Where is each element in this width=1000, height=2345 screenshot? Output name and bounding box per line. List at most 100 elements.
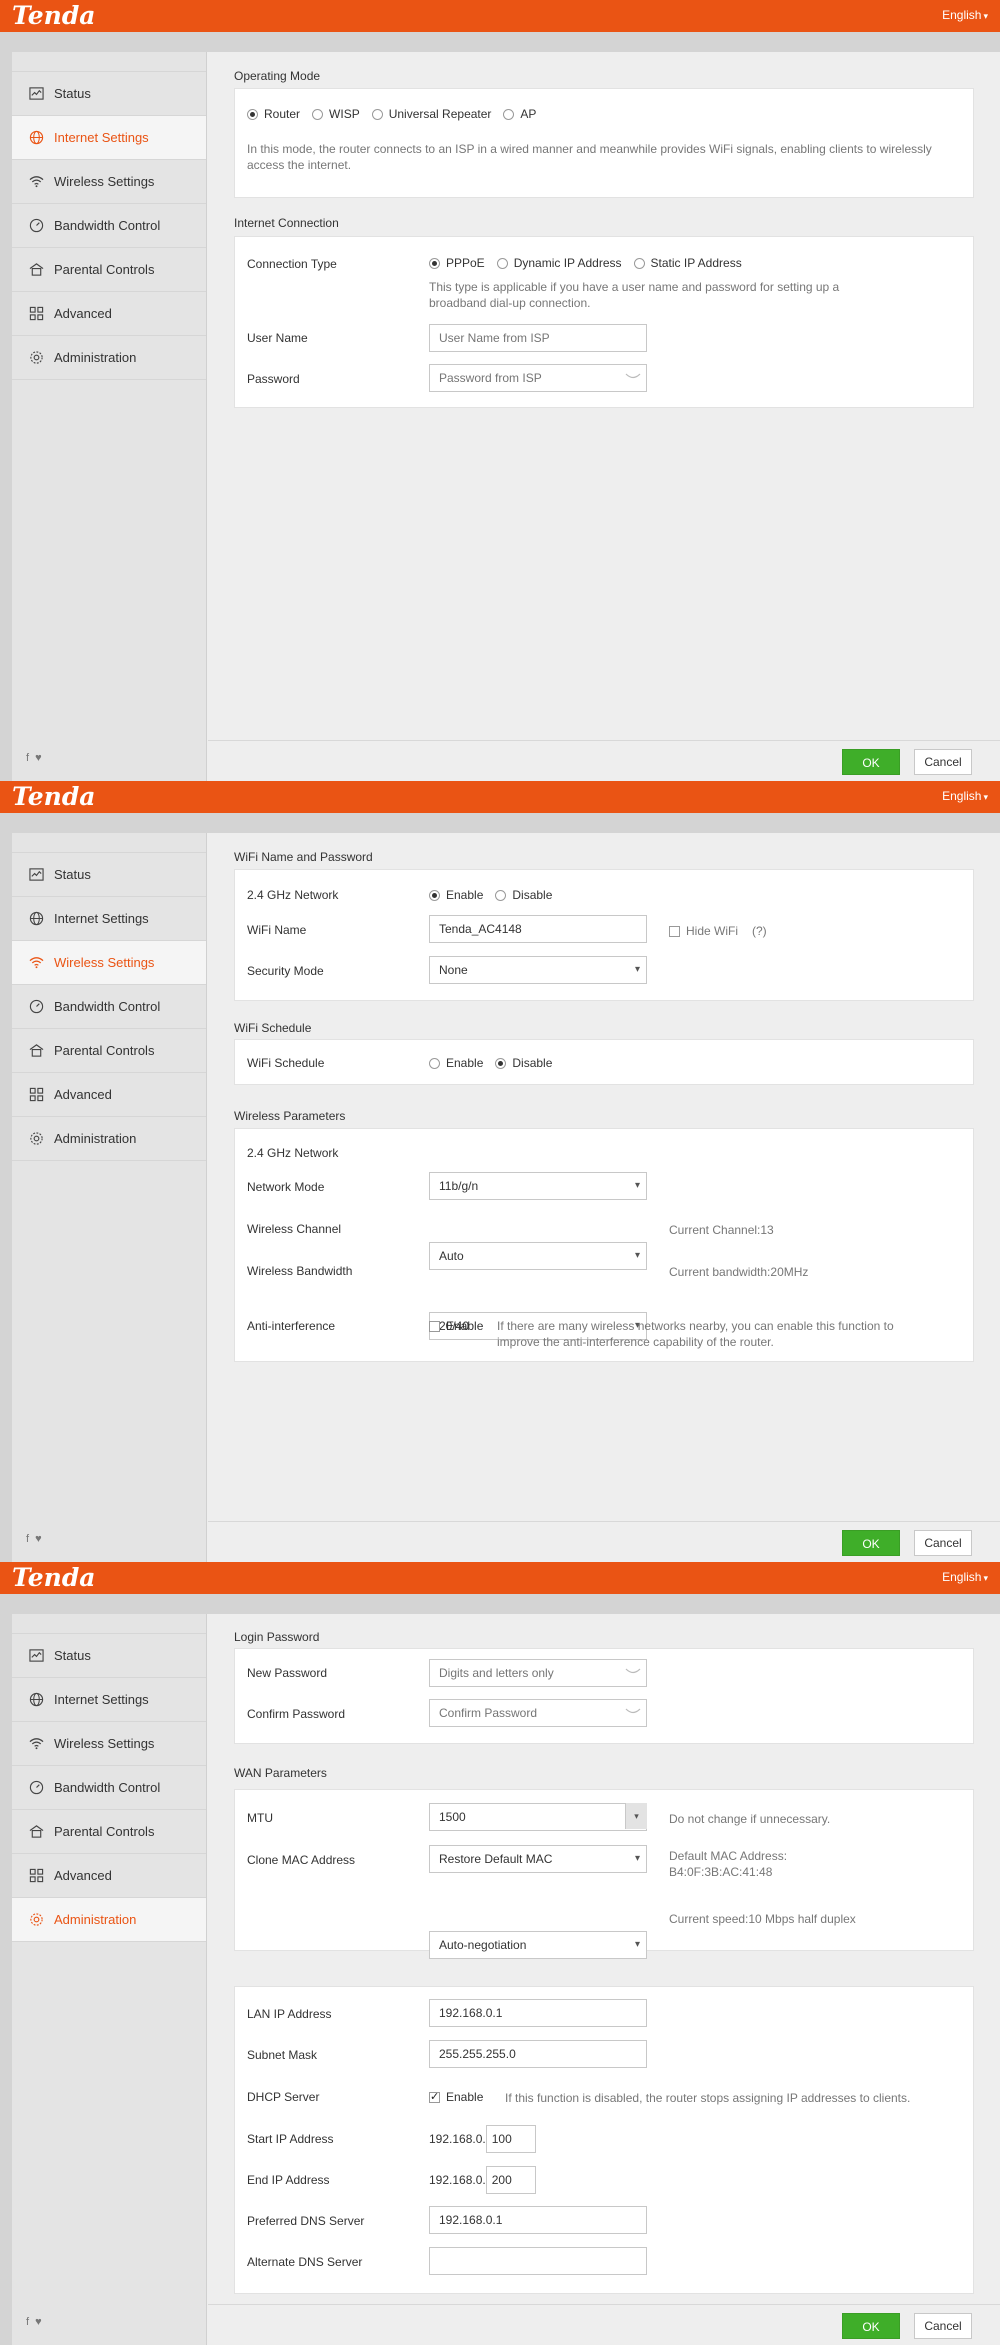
radio-wifi-disable[interactable] bbox=[495, 889, 507, 901]
hide-wifi-checkbox[interactable] bbox=[669, 925, 680, 937]
mode-repeater[interactable]: Universal Repeater bbox=[371, 107, 491, 121]
radio-dynamic[interactable] bbox=[496, 257, 508, 269]
nav-admin[interactable]: Administration bbox=[12, 1898, 206, 1942]
radio-ap[interactable] bbox=[503, 108, 515, 120]
new-password-input[interactable] bbox=[429, 1659, 647, 1687]
eye-closed-icon[interactable] bbox=[625, 1707, 641, 1717]
language-selector[interactable]: English ▾ bbox=[942, 789, 988, 803]
clone-mac-select[interactable]: Restore Default MAC bbox=[429, 1845, 647, 1873]
eye-closed-icon[interactable] bbox=[625, 1667, 641, 1677]
nav-advanced[interactable]: Advanced bbox=[12, 1073, 206, 1117]
alternate-dns-input[interactable] bbox=[429, 2247, 647, 2275]
nav-internet[interactable]: Internet Settings bbox=[12, 897, 206, 941]
mtu-input[interactable] bbox=[429, 1803, 647, 1831]
nav-wireless[interactable]: Wireless Settings bbox=[12, 160, 206, 204]
tenda-logo[interactable]: Tenda bbox=[12, 1, 96, 30]
mtu-dropdown-icon[interactable]: ▾ bbox=[625, 1803, 647, 1829]
facebook-icon[interactable]: f bbox=[26, 2316, 29, 2328]
start-ip-input[interactable] bbox=[485, 2125, 536, 2153]
wifi-enable-option[interactable]: Enable bbox=[429, 888, 483, 902]
cancel-button[interactable]: Cancel bbox=[914, 1530, 972, 1556]
password-input[interactable] bbox=[429, 364, 647, 392]
mode-router[interactable]: Router bbox=[247, 107, 300, 121]
nav-parental[interactable]: Parental Controls bbox=[12, 1810, 206, 1854]
network-mode-select[interactable]: 11b/g/n bbox=[429, 1172, 647, 1200]
speed-duplex-select[interactable]: Auto-negotiation bbox=[429, 1931, 647, 1959]
conn-pppoe[interactable]: PPPoE bbox=[429, 256, 485, 270]
schedule-disable-option[interactable]: Disable bbox=[495, 1056, 552, 1070]
twitter-icon[interactable]: ♥ bbox=[35, 752, 42, 764]
radio-static[interactable] bbox=[633, 257, 645, 269]
dhcp-enable-option[interactable]: Enable bbox=[429, 2090, 483, 2104]
nav-status[interactable]: Status bbox=[12, 1634, 206, 1678]
eye-closed-icon[interactable] bbox=[625, 372, 641, 382]
nav-advanced[interactable]: Advanced bbox=[12, 1854, 206, 1898]
nav-bandwidth[interactable]: Bandwidth Control bbox=[12, 1766, 206, 1810]
nav-bandwidth[interactable]: Bandwidth Control bbox=[12, 204, 206, 248]
confirm-password-input[interactable] bbox=[429, 1699, 647, 1727]
tenda-logo[interactable]: Tenda bbox=[12, 782, 96, 811]
network-24-label: 2.4 GHz Network bbox=[247, 888, 339, 902]
nav-wireless[interactable]: Wireless Settings bbox=[12, 941, 206, 985]
security-mode-select[interactable]: None bbox=[429, 956, 647, 984]
nav-internet-label: Internet Settings bbox=[54, 130, 149, 145]
radio-schedule-disable[interactable] bbox=[495, 1057, 507, 1069]
nav-wireless[interactable]: Wireless Settings bbox=[12, 1722, 206, 1766]
schedule-enable-label: Enable bbox=[446, 1056, 484, 1070]
subnet-mask-input[interactable] bbox=[429, 2040, 647, 2068]
anti-interference-option[interactable]: Enable bbox=[429, 1319, 483, 1333]
conn-static[interactable]: Static IP Address bbox=[633, 256, 742, 270]
nav-internet[interactable]: Internet Settings bbox=[12, 1678, 206, 1722]
mode-wisp[interactable]: WISP bbox=[312, 107, 360, 121]
nav-admin[interactable]: Administration bbox=[12, 1117, 206, 1161]
nav-admin[interactable]: Administration bbox=[12, 336, 206, 380]
language-selector[interactable]: English ▾ bbox=[942, 8, 988, 22]
section-title: Operating Mode bbox=[234, 69, 321, 83]
cancel-button[interactable]: Cancel bbox=[914, 2313, 972, 2339]
radio-wifi-enable[interactable] bbox=[429, 889, 440, 901]
ok-button[interactable]: OK bbox=[842, 2313, 900, 2339]
wifi-disable-option[interactable]: Disable bbox=[495, 888, 552, 902]
language-label: English bbox=[942, 1570, 982, 1584]
operating-mode-options: Router WISP Universal Repeater AP bbox=[247, 107, 548, 121]
radio-repeater[interactable] bbox=[371, 108, 383, 120]
twitter-icon[interactable]: ♥ bbox=[35, 1533, 42, 1545]
nav-advanced[interactable]: Advanced bbox=[12, 292, 206, 336]
nav-status[interactable]: Status bbox=[12, 853, 206, 897]
ok-button[interactable]: OK bbox=[842, 1530, 900, 1556]
cancel-button[interactable]: Cancel bbox=[914, 749, 972, 775]
help-icon[interactable]: (?) bbox=[752, 923, 767, 939]
wifi-name-input[interactable] bbox=[429, 915, 647, 943]
radio-schedule-enable[interactable] bbox=[429, 1057, 440, 1069]
radio-pppoe[interactable] bbox=[429, 257, 440, 269]
radio-router[interactable] bbox=[247, 108, 258, 120]
wifi-icon bbox=[26, 953, 46, 973]
tenda-logo[interactable]: Tenda bbox=[12, 1563, 96, 1592]
nav-internet-label: Internet Settings bbox=[54, 911, 149, 926]
dhcp-enable-checkbox[interactable] bbox=[429, 2090, 440, 2103]
nav-parental[interactable]: Parental Controls bbox=[12, 1029, 206, 1073]
hide-wifi[interactable]: Hide WiFi (?) bbox=[669, 923, 767, 939]
conn-dynamic[interactable]: Dynamic IP Address bbox=[496, 256, 622, 270]
chevron-down-icon: ▾ bbox=[983, 1573, 988, 1583]
nav-parental[interactable]: Parental Controls bbox=[12, 248, 206, 292]
language-selector[interactable]: English ▾ bbox=[942, 1570, 988, 1584]
nav-internet[interactable]: Internet Settings bbox=[12, 116, 206, 160]
schedule-enable-option[interactable]: Enable bbox=[429, 1056, 483, 1070]
facebook-icon[interactable]: f bbox=[26, 1533, 29, 1545]
anti-interference-checkbox[interactable] bbox=[429, 1321, 440, 1332]
footer-bar: OK Cancel bbox=[208, 1521, 1000, 1561]
nav-bandwidth[interactable]: Bandwidth Control bbox=[12, 985, 206, 1029]
internet-connection-box: Connection Type PPPoE Dynamic IP Address… bbox=[234, 236, 974, 408]
preferred-dns-input[interactable] bbox=[429, 2206, 647, 2234]
username-input[interactable] bbox=[429, 324, 647, 352]
radio-wisp[interactable] bbox=[312, 108, 324, 120]
ok-button[interactable]: OK bbox=[842, 749, 900, 775]
wireless-channel-select[interactable]: Auto bbox=[429, 1242, 647, 1270]
lan-ip-input[interactable] bbox=[429, 1999, 647, 2027]
mode-ap[interactable]: AP bbox=[503, 107, 536, 121]
nav-status[interactable]: Status bbox=[12, 72, 206, 116]
twitter-icon[interactable]: ♥ bbox=[35, 2316, 42, 2328]
facebook-icon[interactable]: f bbox=[26, 752, 29, 764]
end-ip-input[interactable] bbox=[485, 2166, 536, 2194]
